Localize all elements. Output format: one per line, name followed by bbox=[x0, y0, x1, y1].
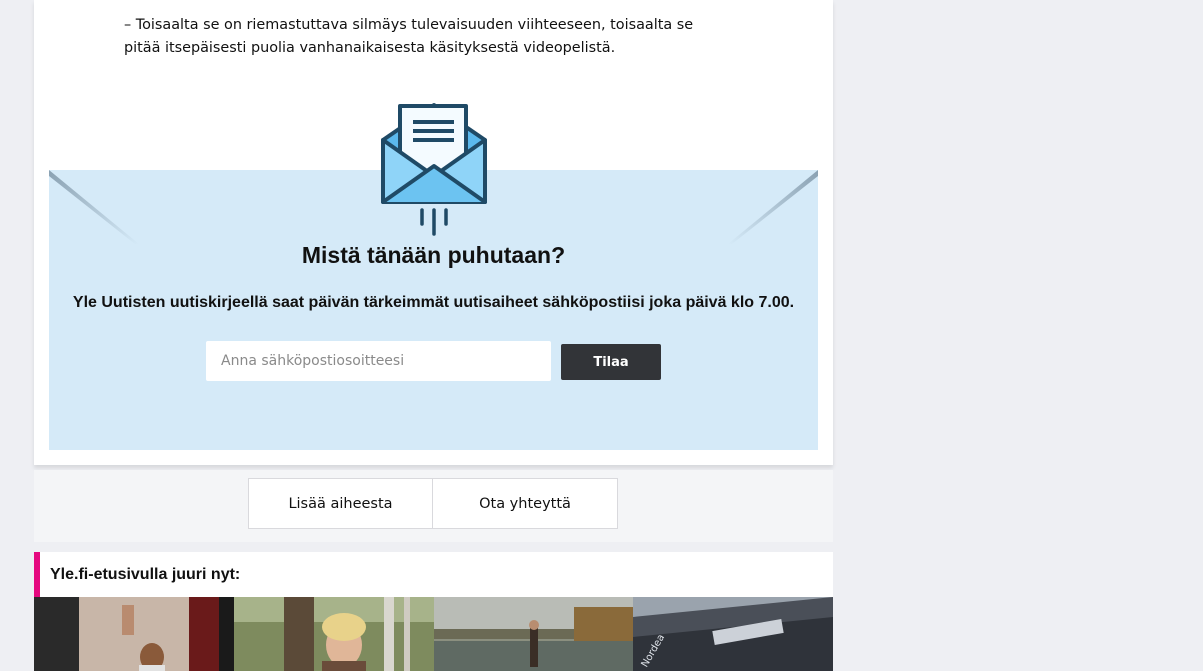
newsletter-description: Yle Uutisten uutiskirjeellä saat päivän … bbox=[72, 294, 795, 311]
thumbnail-lake-walker[interactable] bbox=[433, 597, 634, 671]
newsletter-title: Mistä tänään puhutaan? bbox=[301, 242, 566, 268]
tab-more-on-topic[interactable]: Lisää aiheesta bbox=[248, 478, 433, 529]
envelope-icon bbox=[381, 103, 487, 236]
frontpage-title: Yle.fi-etusivulla juuri nyt: bbox=[50, 566, 241, 583]
frontpage-header: Yle.fi-etusivulla juuri nyt: bbox=[34, 552, 833, 597]
envelope-flap-right bbox=[728, 170, 818, 244]
frontpage-thumbnails: Nordea bbox=[34, 597, 833, 671]
thumbnail-child[interactable] bbox=[34, 597, 234, 671]
thumbnail-nordea-building[interactable]: Nordea bbox=[633, 597, 833, 671]
article-content: – Toisaalta se on riemastuttava silmäys … bbox=[34, 0, 833, 465]
envelope-flap-left bbox=[49, 170, 139, 244]
thumbnail-woman-forest[interactable] bbox=[233, 597, 434, 671]
accent-bar bbox=[34, 552, 40, 597]
frontpage-section: Yle.fi-etusivulla juuri nyt: Nordea bbox=[34, 552, 833, 671]
article-quote: – Toisaalta se on riemastuttava silmäys … bbox=[124, 17, 694, 56]
tab-contact[interactable]: Ota yhteyttä bbox=[433, 478, 618, 529]
subscribe-button[interactable]: Tilaa bbox=[561, 344, 661, 380]
article-tabs-strip: Lisää aiheesta Ota yhteyttä bbox=[34, 470, 833, 542]
email-input[interactable] bbox=[206, 341, 551, 381]
article-tabs: Lisää aiheesta Ota yhteyttä bbox=[248, 478, 618, 529]
